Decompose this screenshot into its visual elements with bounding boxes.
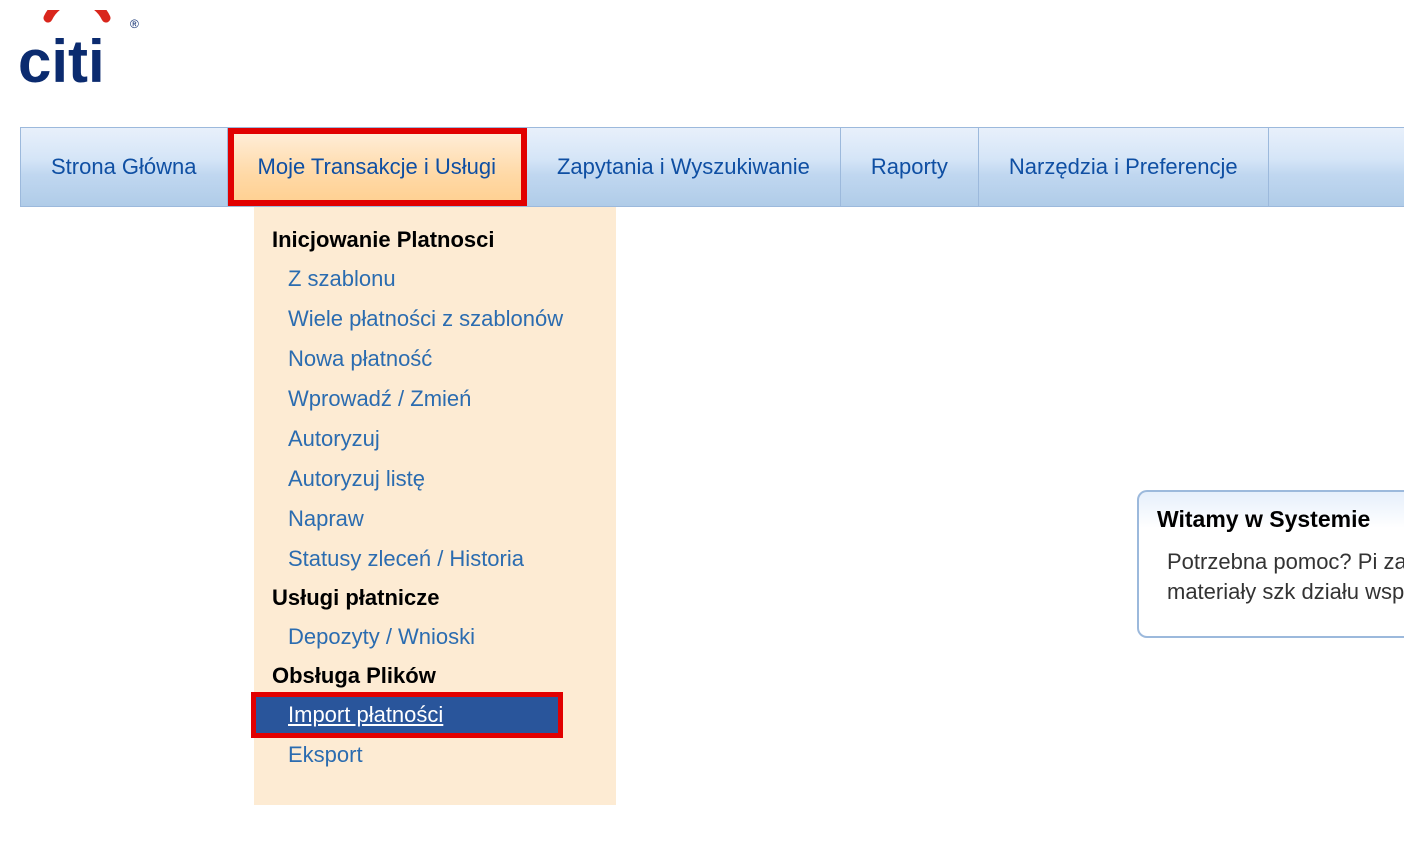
nav-queries[interactable]: Zapytania i Wyszukiwanie: [527, 128, 841, 206]
dropdown-item-import-payments[interactable]: Import płatności: [254, 695, 560, 735]
svg-text:citi: citi: [18, 28, 105, 95]
nav-home[interactable]: Strona Główna: [21, 128, 228, 206]
dropdown-item-status-history[interactable]: Statusy zleceń / Historia: [254, 539, 616, 579]
dropdown-item-new-payment[interactable]: Nowa płatność: [254, 339, 616, 379]
dropdown-heading-payments: Inicjowanie Platnosci: [254, 221, 616, 259]
nav-transactions[interactable]: Moje Transakcje i Usługi: [228, 128, 527, 206]
welcome-title: Witamy w Systemie: [1139, 492, 1404, 541]
dropdown-item-authorize-list[interactable]: Autoryzuj listę: [254, 459, 616, 499]
welcome-text: Potrzebna pomoc? Pi zawiera materiały sz…: [1139, 541, 1404, 636]
dropdown-item-export[interactable]: Eksport: [254, 735, 616, 775]
dropdown-heading-payment-services: Usługi płatnicze: [254, 579, 616, 617]
dropdown-item-template[interactable]: Z szablonu: [254, 259, 616, 299]
dropdown-item-enter-change[interactable]: Wprowadź / Zmień: [254, 379, 616, 419]
dropdown-item-multi-template[interactable]: Wiele płatności z szablonów: [254, 299, 616, 339]
dropdown-item-deposits[interactable]: Depozyty / Wnioski: [254, 617, 616, 657]
transactions-dropdown: Inicjowanie Platnosci Z szablonu Wiele p…: [254, 207, 616, 805]
citi-logo-icon: citi ®: [10, 10, 140, 100]
dropdown-item-authorize[interactable]: Autoryzuj: [254, 419, 616, 459]
welcome-panel: Witamy w Systemie Potrzebna pomoc? Pi za…: [1137, 490, 1404, 638]
nav-reports[interactable]: Raporty: [841, 128, 979, 206]
dropdown-item-repair[interactable]: Napraw: [254, 499, 616, 539]
nav-tools[interactable]: Narzędzia i Preferencje: [979, 128, 1269, 206]
svg-text:®: ®: [130, 17, 139, 31]
citi-logo: citi ®: [10, 10, 140, 100]
main-navbar: Strona Główna Moje Transakcje i Usługi Z…: [20, 127, 1404, 207]
dropdown-heading-file-handling: Obsługa Plików: [254, 657, 616, 695]
